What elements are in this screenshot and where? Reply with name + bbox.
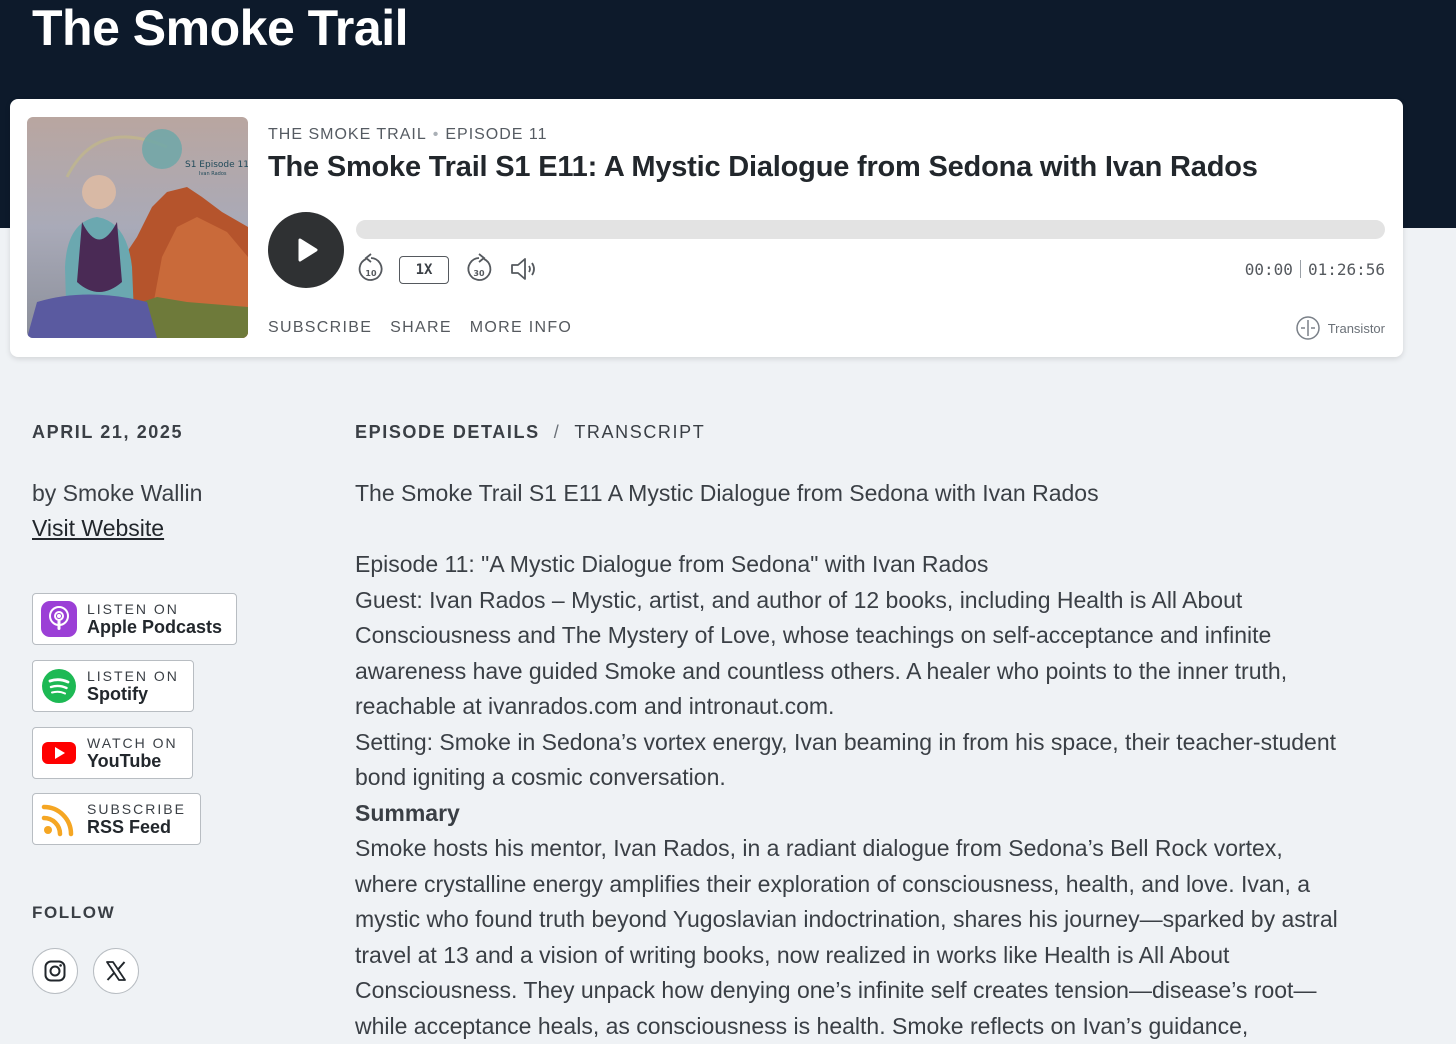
tab-transcript[interactable]: TRANSCRIPT bbox=[574, 422, 705, 443]
publish-date: APRIL 21, 2025 bbox=[32, 422, 184, 442]
progress-bar[interactable] bbox=[356, 220, 1385, 239]
episode-player: S1 Episode 11 Ivan Rados THE SMOKE TRAIL… bbox=[10, 99, 1403, 357]
summary-paragraph: Smoke hosts his mentor, Ivan Rados, in a… bbox=[355, 835, 1338, 1039]
forward-30-icon: 30 bbox=[467, 253, 492, 281]
spotify-top-label: LISTEN ON bbox=[87, 667, 179, 684]
current-time: 00:00 bbox=[1244, 260, 1293, 279]
forward-30-label: 30 bbox=[473, 269, 485, 278]
forward-30-button[interactable]: 30 bbox=[464, 253, 494, 285]
youtube-label: YouTube bbox=[87, 750, 162, 771]
rewind-10-label: 10 bbox=[365, 269, 377, 278]
share-link[interactable]: SHARE bbox=[390, 319, 452, 337]
youtube-icon bbox=[42, 742, 76, 764]
apple-podcasts-button[interactable]: LISTEN ON Apple Podcasts bbox=[32, 593, 238, 645]
episode-cover-art: S1 Episode 11 Ivan Rados bbox=[27, 117, 248, 338]
tab-separator: / bbox=[553, 422, 561, 442]
play-icon bbox=[298, 238, 318, 262]
episode-line: Episode 11: "A Mystic Dialogue from Sedo… bbox=[355, 551, 989, 577]
cover-subtext: Ivan Rados bbox=[199, 171, 227, 177]
subscribe-link[interactable]: SUBSCRIBE bbox=[268, 319, 372, 337]
rss-top-label: SUBSCRIBE bbox=[87, 800, 186, 817]
time-display: 00:00 01:26:56 bbox=[1245, 260, 1385, 279]
play-button[interactable] bbox=[268, 212, 344, 288]
episode-meta: THE SMOKE TRAIL • EPISODE 11 bbox=[268, 126, 548, 144]
playback-speed-button[interactable]: 1X bbox=[399, 256, 449, 284]
rss-label: RSS Feed bbox=[87, 816, 172, 837]
spotify-button[interactable]: LISTEN ON Spotify bbox=[32, 660, 194, 712]
guest-paragraph: Guest: Ivan Rados – Mystic, artist, and … bbox=[355, 586, 1288, 720]
volume-icon bbox=[511, 258, 535, 280]
rss-feed-button[interactable]: SUBSCRIBE RSS Feed bbox=[32, 793, 201, 845]
site-title: The Smoke Trail bbox=[32, 0, 408, 56]
tab-episode-details[interactable]: EPISODE DETAILS bbox=[355, 422, 540, 443]
instagram-link[interactable] bbox=[32, 948, 78, 994]
visit-website-link[interactable]: Visit Website bbox=[32, 515, 164, 542]
instagram-icon bbox=[44, 960, 66, 982]
follow-heading: FOLLOW bbox=[32, 903, 116, 922]
rss-icon bbox=[41, 804, 74, 837]
apple-podcasts-label: Apple Podcasts bbox=[87, 616, 223, 637]
author-byline: by Smoke Wallin bbox=[32, 480, 203, 506]
rewind-10-button[interactable]: 10 bbox=[356, 253, 386, 285]
apple-podcasts-icon bbox=[41, 601, 77, 637]
x-twitter-icon bbox=[106, 961, 126, 981]
intro-paragraph: The Smoke Trail S1 E11 A Mystic Dialogue… bbox=[355, 480, 1099, 506]
more-info-link[interactable]: MORE INFO bbox=[470, 319, 572, 337]
summary-heading: Summary bbox=[355, 799, 460, 826]
time-divider bbox=[1299, 260, 1301, 278]
volume-button[interactable] bbox=[508, 253, 540, 285]
transistor-label: Transistor bbox=[1327, 320, 1385, 336]
player-links: SUBSCRIBE SHARE MORE INFO bbox=[268, 319, 572, 337]
content-tabs: EPISODE DETAILS / TRANSCRIPT bbox=[355, 422, 705, 443]
show-name: THE SMOKE TRAIL bbox=[268, 126, 427, 143]
youtube-top-label: WATCH ON bbox=[87, 734, 178, 751]
episode-title: The Smoke Trail S1 E11: A Mystic Dialogu… bbox=[268, 151, 1258, 183]
spotify-icon bbox=[42, 669, 76, 703]
x-twitter-link[interactable] bbox=[93, 948, 139, 994]
meta-separator-dot: • bbox=[432, 126, 440, 143]
apple-podcasts-top-label: LISTEN ON bbox=[87, 600, 179, 617]
setting-paragraph: Setting: Smoke in Sedona’s vortex energy… bbox=[355, 728, 1337, 791]
transistor-logo-icon bbox=[1295, 316, 1320, 340]
spotify-label: Spotify bbox=[87, 683, 148, 704]
youtube-button[interactable]: WATCH ON YouTube bbox=[32, 727, 193, 779]
episode-number: EPISODE 11 bbox=[445, 126, 548, 143]
cover-text: S1 Episode 11 bbox=[185, 160, 248, 170]
rewind-10-icon: 10 bbox=[358, 253, 383, 281]
cover-art-image: S1 Episode 11 Ivan Rados bbox=[27, 117, 248, 338]
episode-details-body: The Smoke Trail S1 E11 A Mystic Dialogue… bbox=[355, 476, 1345, 1044]
transistor-badge[interactable]: Transistor bbox=[1295, 316, 1385, 340]
duration: 01:26:56 bbox=[1307, 260, 1385, 279]
